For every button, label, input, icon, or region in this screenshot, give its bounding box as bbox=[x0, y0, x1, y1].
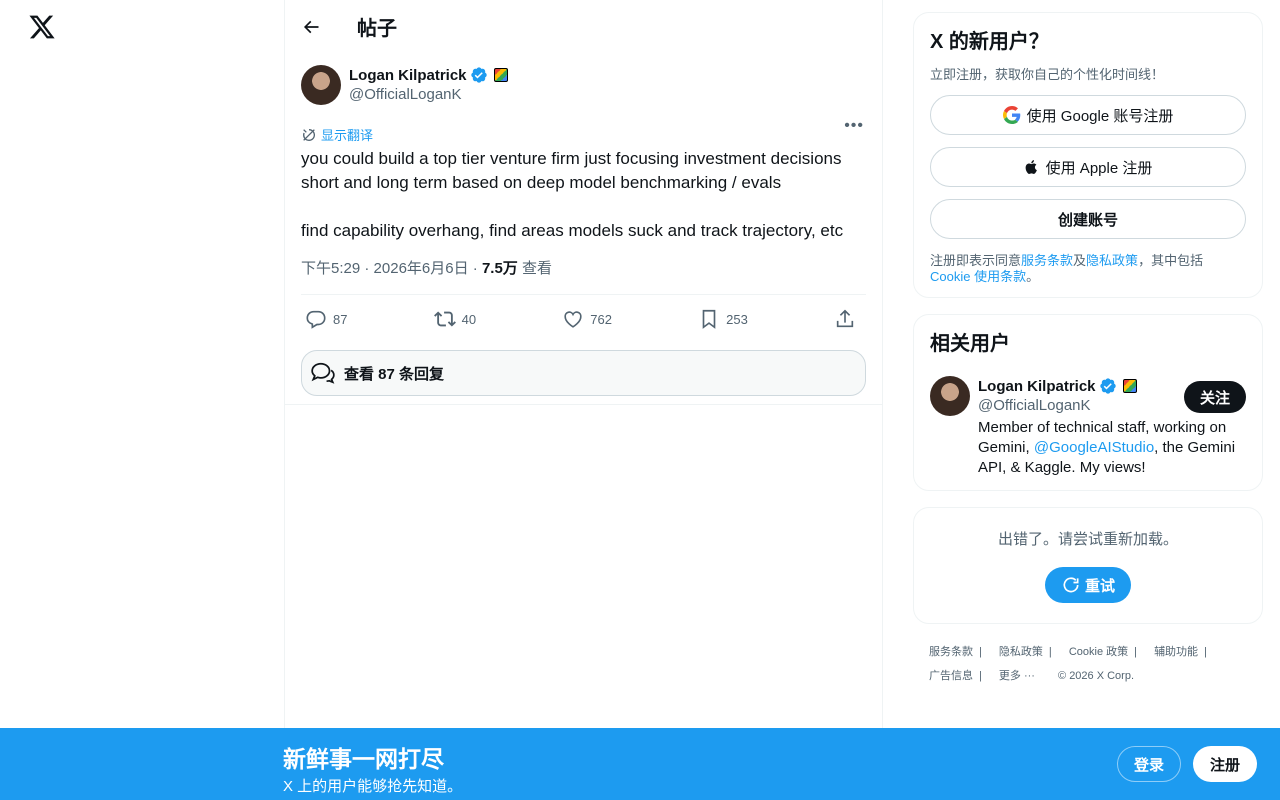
follow-button[interactable]: 关注 bbox=[1183, 381, 1246, 413]
reply-count: 87 bbox=[333, 311, 348, 327]
signup-banner: 新鲜事一网打尽 X 上的用户能够抢先知道。 登录 注册 bbox=[0, 728, 1280, 800]
apple-signup-button[interactable]: 使用 Apple 注册 bbox=[930, 147, 1246, 187]
share-button[interactable] bbox=[834, 308, 862, 330]
footer: 服务条款 | 隐私政策 | Cookie 政策 | 辅助功能 | 广告信息 | 更多 ··… bbox=[929, 646, 1207, 682]
view-replies-button[interactable]: 查看 87 条回复 bbox=[301, 350, 866, 396]
cookie-policy-link[interactable]: Cookie 使用条款 bbox=[930, 269, 1026, 284]
avatar[interactable] bbox=[301, 65, 341, 105]
avatar[interactable] bbox=[930, 376, 970, 416]
affiliate-badge-icon bbox=[493, 68, 508, 82]
related-user-name[interactable]: Logan Kilpatrick bbox=[978, 378, 1096, 395]
tweet: Logan Kilpatrick @OfficialLoganK ••• 显示翻… bbox=[285, 53, 882, 405]
views-label: 查看 bbox=[521, 260, 552, 277]
signup-card: X 的新用户？ 立即注册，获取你自己的个性化时间线！ 使用 Google 账号注… bbox=[913, 12, 1263, 298]
like-count: 762 bbox=[590, 311, 612, 327]
terms-and: 及 bbox=[1073, 253, 1087, 268]
retweet-icon bbox=[433, 311, 456, 327]
footer-link[interactable]: 广告信息 bbox=[929, 670, 973, 682]
signup-title: X 的新用户？ bbox=[930, 31, 1049, 53]
verified-badge-icon bbox=[1099, 378, 1116, 394]
main-column: 帖子 Logan Kilpatrick @OfficialLoganK ••• … bbox=[284, 0, 883, 800]
tweet-time[interactable]: 下午5:29 bbox=[301, 260, 360, 277]
author-name[interactable]: Logan Kilpatrick bbox=[349, 67, 467, 84]
signup-terms: 注册即表示同意服务条款及隐私政策，其中包括 Cookie 使用条款。 bbox=[930, 253, 1246, 285]
heart-icon bbox=[564, 311, 582, 328]
google-icon bbox=[1002, 106, 1020, 124]
terms-prefix: 注册即表示同意 bbox=[930, 253, 1022, 268]
page-title: 帖子 bbox=[357, 18, 397, 40]
retry-button[interactable]: 重试 bbox=[1044, 567, 1131, 603]
signup-button[interactable]: 注册 bbox=[1193, 746, 1257, 782]
terms-mid: ，其中包括 bbox=[1138, 253, 1204, 268]
google-signup-label: 使用 Google 账号注册 bbox=[1026, 107, 1174, 125]
related-title: 相关用户 bbox=[930, 333, 1010, 355]
related-user[interactable]: Logan Kilpatrick @OfficialLoganK Member … bbox=[930, 376, 1246, 478]
retweet-button[interactable]: 40 bbox=[433, 308, 477, 330]
view-count: 7.5万 bbox=[481, 260, 518, 277]
tweet-author: Logan Kilpatrick @OfficialLoganK bbox=[301, 65, 866, 105]
top-bar: 帖子 bbox=[285, 0, 882, 53]
related-users-card: 相关用户 Logan Kilpatrick @OfficialLoganK Me… bbox=[913, 314, 1263, 491]
signup-subtitle: 立即注册，获取你自己的个性化时间线！ bbox=[930, 67, 1165, 82]
login-button[interactable]: 登录 bbox=[1117, 746, 1181, 782]
bio-mention-link[interactable]: @GoogleAIStudio bbox=[1034, 439, 1154, 456]
copyright: © 2026 X Corp. bbox=[1058, 670, 1135, 682]
more-options-icon[interactable]: ••• bbox=[844, 117, 864, 135]
banner-subtitle: X 上的用户能够抢先知道。 bbox=[283, 778, 463, 795]
verified-badge-icon bbox=[470, 67, 487, 83]
like-button[interactable]: 762 bbox=[562, 308, 612, 330]
create-account-label: 创建账号 bbox=[1057, 211, 1118, 229]
google-signup-button[interactable]: 使用 Google 账号注册 bbox=[930, 95, 1246, 135]
left-nav bbox=[0, 0, 284, 800]
show-translation-link[interactable]: 显示翻译 bbox=[301, 125, 866, 144]
right-sidebar: X 的新用户？ 立即注册，获取你自己的个性化时间线！ 使用 Google 账号注… bbox=[913, 12, 1263, 688]
tweet-meta: 下午5:29 · 2026年6月6日 · 7.5万 查看 bbox=[301, 257, 866, 295]
author-handle[interactable]: @OfficialLoganK bbox=[349, 86, 508, 103]
terms-of-service-link[interactable]: 服务条款 bbox=[1021, 253, 1073, 268]
bookmark-count: 253 bbox=[726, 311, 748, 327]
create-account-button[interactable]: 创建账号 bbox=[930, 199, 1246, 239]
affiliate-badge-icon bbox=[1122, 379, 1137, 393]
refresh-icon bbox=[1063, 577, 1079, 593]
translate-icon bbox=[303, 128, 315, 141]
error-message: 出错了。请尝试重新加载。 bbox=[997, 531, 1178, 548]
translate-label: 显示翻译 bbox=[321, 128, 374, 143]
privacy-policy-link[interactable]: 隐私政策 bbox=[1086, 253, 1138, 268]
tweet-date[interactable]: 2026年6月6日 bbox=[374, 260, 469, 277]
x-logo-icon[interactable] bbox=[28, 13, 56, 41]
related-user-bio: Member of technical staff, working on Ge… bbox=[978, 418, 1246, 478]
reply-button[interactable]: 87 bbox=[305, 308, 347, 330]
bookmark-button[interactable]: 253 bbox=[698, 308, 748, 330]
apple-icon bbox=[1025, 160, 1037, 174]
terms-end: 。 bbox=[1026, 269, 1040, 284]
tweet-text: you could build a top tier venture firm … bbox=[301, 149, 844, 240]
view-replies-label: 查看 87 条回复 bbox=[344, 365, 445, 383]
footer-link[interactable]: 隐私政策 bbox=[999, 646, 1043, 658]
footer-more-link[interactable]: 更多 ··· bbox=[999, 670, 1035, 682]
retry-label: 重试 bbox=[1084, 577, 1115, 595]
share-icon bbox=[836, 309, 854, 328]
footer-link[interactable]: 辅助功能 bbox=[1154, 646, 1198, 658]
bookmark-icon bbox=[702, 309, 716, 329]
footer-link[interactable]: 服务条款 bbox=[929, 646, 973, 658]
banner-title: 新鲜事一网打尽 bbox=[283, 746, 444, 772]
chat-bubbles-icon bbox=[311, 362, 335, 384]
error-card: 出错了。请尝试重新加载。 重试 bbox=[913, 507, 1263, 624]
tweet-actions: 87 40 762 253 bbox=[301, 295, 866, 343]
reply-icon bbox=[306, 310, 326, 329]
arrow-left-icon[interactable] bbox=[301, 17, 321, 37]
divider bbox=[285, 404, 882, 405]
apple-signup-label: 使用 Apple 注册 bbox=[1045, 159, 1153, 177]
retweet-count: 40 bbox=[461, 311, 477, 327]
footer-link[interactable]: Cookie 政策 bbox=[1069, 646, 1128, 658]
